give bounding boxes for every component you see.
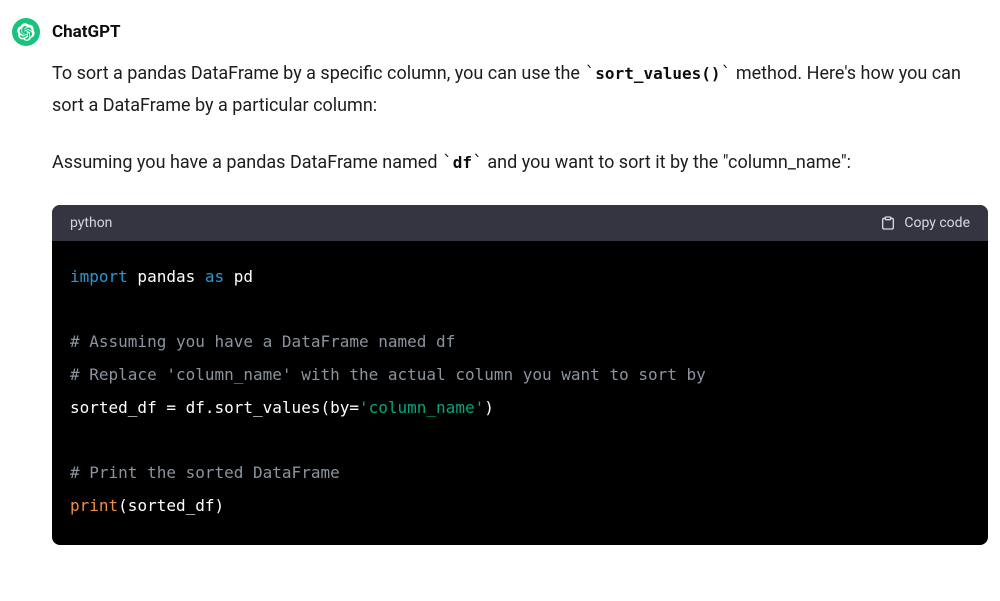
chat-message: ChatGPT To sort a pandas DataFrame by a … xyxy=(0,0,1000,545)
code-language-label: python xyxy=(70,215,112,231)
code-token: print xyxy=(70,496,118,515)
code-content: import pandas as pd # Assuming you have … xyxy=(52,241,988,545)
backtick: ` xyxy=(472,152,483,173)
code-token: # Assuming you have a DataFrame named df xyxy=(70,332,455,351)
code-block: python Copy code import pandas as pd # A… xyxy=(52,205,988,545)
code-block-header: python Copy code xyxy=(52,205,988,241)
backtick: ` xyxy=(584,63,595,84)
text-run: Assuming you have a pandas DataFrame nam… xyxy=(52,152,442,173)
assistant-name: ChatGPT xyxy=(52,22,121,42)
code-token: import xyxy=(70,267,128,286)
code-token: sorted_df = df.sort_values(by= xyxy=(70,398,359,417)
message-paragraph-2: Assuming you have a pandas DataFrame nam… xyxy=(52,147,988,179)
copy-code-button[interactable]: Copy code xyxy=(880,215,970,231)
text-run: To sort a pandas DataFrame by a specific… xyxy=(52,63,584,84)
code-token: # Replace 'column_name' with the actual … xyxy=(70,365,706,384)
code-token: as xyxy=(205,267,224,286)
inline-code-sort-values: sort_values() xyxy=(595,64,720,83)
code-token: ) xyxy=(484,398,494,417)
copy-code-label: Copy code xyxy=(904,215,970,231)
code-token: pd xyxy=(224,267,253,286)
message-body: To sort a pandas DataFrame by a specific… xyxy=(52,58,988,545)
openai-icon xyxy=(17,23,35,41)
code-token: # Print the sorted DataFrame xyxy=(70,463,340,482)
assistant-avatar xyxy=(12,18,40,46)
message-paragraph-1: To sort a pandas DataFrame by a specific… xyxy=(52,58,988,121)
text-run: and you want to sort it by the "column_n… xyxy=(483,152,851,173)
code-token: (sorted_df) xyxy=(118,496,224,515)
clipboard-icon xyxy=(880,215,896,231)
message-header: ChatGPT xyxy=(12,18,988,46)
inline-code-df: df xyxy=(453,153,472,172)
backtick: ` xyxy=(721,63,732,84)
backtick: ` xyxy=(442,152,453,173)
code-token: 'column_name' xyxy=(359,398,484,417)
code-token: pandas xyxy=(128,267,205,286)
